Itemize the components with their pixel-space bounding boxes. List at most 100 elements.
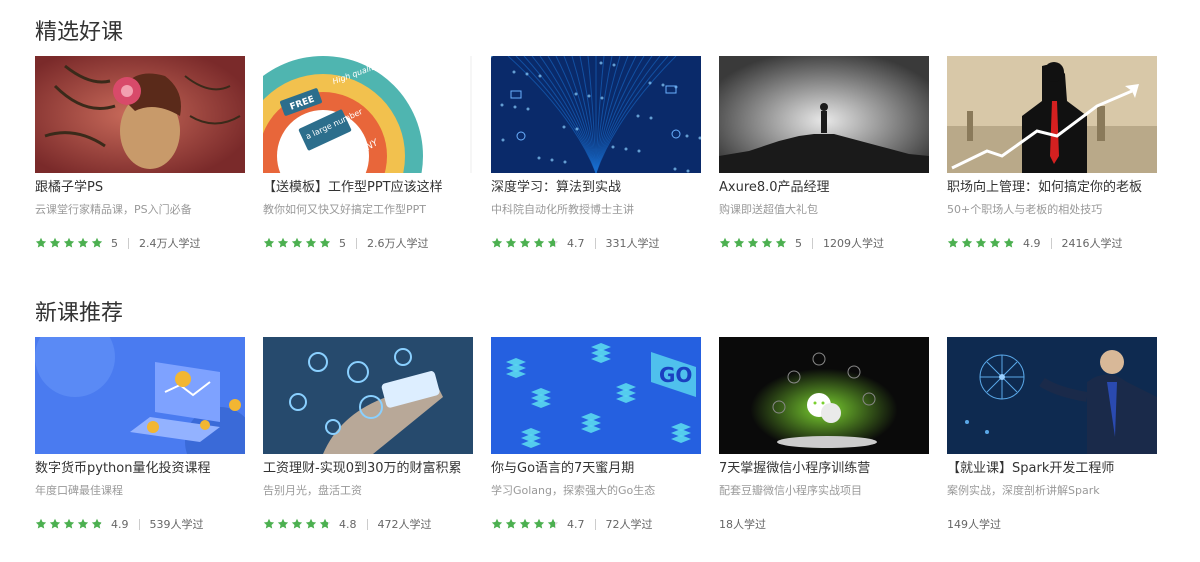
star-icon [277,518,289,530]
learner-count: 539人学过 [149,518,204,531]
course-thumbnail-image [947,337,1157,454]
course-card[interactable]: 【就业课】Spark开发工程师 案例实战，深度剖析讲解Spark 149人学过 [947,337,1157,532]
course-title[interactable]: 跟橘子学PS [35,179,245,197]
star-icon [35,237,47,249]
star-icon [719,237,731,249]
course-description: 配套豆瓣微信小程序实战项目 [719,484,862,497]
rating-stars [263,237,331,249]
star-icon [91,237,103,249]
learner-count: 331人学过 [605,237,660,250]
course-thumbnail[interactable] [35,56,245,173]
course-title[interactable]: 你与Go语言的7天蜜月期 [491,460,701,478]
star-icon [491,518,503,530]
star-icon [77,518,89,530]
meta-divider [812,237,813,249]
course-title[interactable]: 职场向上管理：如何搞定你的老板 [947,179,1157,197]
course-title[interactable]: 7天掌握微信小程序训练营 [719,460,929,478]
course-thumbnail[interactable]: GO [491,337,701,454]
course-thumbnail[interactable] [263,337,473,454]
star-icon [775,237,787,249]
meta-divider [1050,237,1052,249]
course-card[interactable]: 职场向上管理：如何搞定你的老板 50+个职场人与老板的相处技巧 4.9 2416… [947,56,1157,251]
course-thumbnail[interactable]: FREE High quality a large number FUNNY [263,56,473,173]
learner-count: 1209人学过 [823,237,884,250]
course-meta: 5 2.6万人学过 [263,235,473,251]
course-thumbnail-image [35,56,245,173]
rating-score: 5 [795,236,802,250]
star-icon [989,237,1001,249]
star-icon [63,518,75,530]
course-card[interactable]: 深度学习：算法到实战 中科院自动化所教授博士主讲 4.7 331人学过 [491,56,701,251]
course-description: 学习Golang，探索强大的Go生态 [491,484,656,497]
star-icon [491,237,503,249]
course-meta: 5 2.4万人学过 [35,235,245,251]
course-card[interactable]: GO 你与Go语言的7天蜜月期 学习Golang，探索强大的Go生态 4.7 7… [491,337,701,532]
course-card[interactable]: 7天掌握微信小程序训练营 配套豆瓣微信小程序实战项目 18人学过 [719,337,929,532]
course-meta: 18人学过 [719,516,929,532]
course-description: 云课堂行家精品课，PS入门必备 [35,203,192,216]
course-title[interactable]: Axure8.0产品经理 [719,179,929,197]
course-thumbnail[interactable] [491,56,701,173]
star-icon [35,518,47,530]
course-title[interactable]: 【送模板】工作型PPT应该这样 [263,179,473,197]
course-thumbnail-image [263,337,473,454]
star-icon [291,518,303,530]
star-icon [319,237,331,249]
course-description: 50+个职场人与老板的相处技巧 [947,203,1103,216]
course-description: 告别月光，盘活工资 [263,484,362,497]
course-card[interactable]: 数字货币python量化投资课程 年度口碑最佳课程 4.9 539人学过 [35,337,245,532]
course-description: 案例实战，深度剖析讲解Spark [947,484,1100,497]
star-icon [63,237,75,249]
svg-text:GO: GO [659,363,692,387]
star-icon [263,237,275,249]
course-meta: 149人学过 [947,516,1157,532]
star-icon [305,237,317,249]
rating-score: 5 [339,236,346,250]
course-title[interactable]: 数字货币python量化投资课程 [35,460,245,478]
course-thumbnail-image [719,56,929,173]
meta-divider [356,237,357,249]
course-thumbnail[interactable] [35,337,245,454]
course-card[interactable]: FREE High quality a large number FUNNY 【… [263,56,473,251]
star-icon [519,237,531,249]
rating-stars [491,518,559,530]
course-description: 购课即送超值大礼包 [719,203,818,216]
course-meta: 4.7 331人学过 [491,235,701,251]
course-meta: 4.9 539人学过 [35,516,245,532]
rating-score: 4.8 [339,517,357,531]
learner-count: 2.6万人学过 [367,237,429,250]
rating-stars [35,518,103,530]
course-thumbnail[interactable] [719,56,929,173]
course-title[interactable]: 【就业课】Spark开发工程师 [947,460,1157,478]
course-thumbnail[interactable] [947,337,1157,454]
course-thumbnail[interactable] [719,337,929,454]
rating-stars [491,237,559,249]
star-icon [747,237,759,249]
learner-count: 72人学过 [605,518,653,531]
course-card[interactable]: 跟橘子学PS 云课堂行家精品课，PS入门必备 5 2.4万人学过 [35,56,245,251]
rating-score: 4.7 [567,236,585,250]
rating-score: 4.9 [1023,236,1041,250]
star-icon [533,518,545,530]
course-title[interactable]: 工资理财-实现0到30万的财富积累 [263,460,473,478]
course-description: 中科院自动化所教授博士主讲 [491,203,634,216]
course-thumbnail-image [947,56,1157,173]
course-card[interactable]: Axure8.0产品经理 购课即送超值大礼包 5 1209人学过 [719,56,929,251]
course-meta: 4.9 2416人学过 [947,235,1157,251]
featured-course-list: 跟橘子学PS 云课堂行家精品课，PS入门必备 5 2.4万人学过 FREE Hi… [35,56,1157,251]
star-icon [49,518,61,530]
course-title[interactable]: 深度学习：算法到实战 [491,179,701,197]
meta-divider [594,518,596,530]
meta-divider [128,237,129,249]
learner-count: 149人学过 [947,518,1001,531]
star-icon [505,237,517,249]
course-card[interactable]: 工资理财-实现0到30万的财富积累 告别月光，盘活工资 4.8 472人学过 [263,337,473,532]
star-icon [505,518,517,530]
course-thumbnail-image [35,337,245,454]
star-icon [263,518,275,530]
star-icon [291,237,303,249]
course-thumbnail-image: FREE High quality a large number FUNNY [263,56,473,173]
star-icon [547,237,559,249]
star-icon [961,237,973,249]
course-thumbnail[interactable] [947,56,1157,173]
